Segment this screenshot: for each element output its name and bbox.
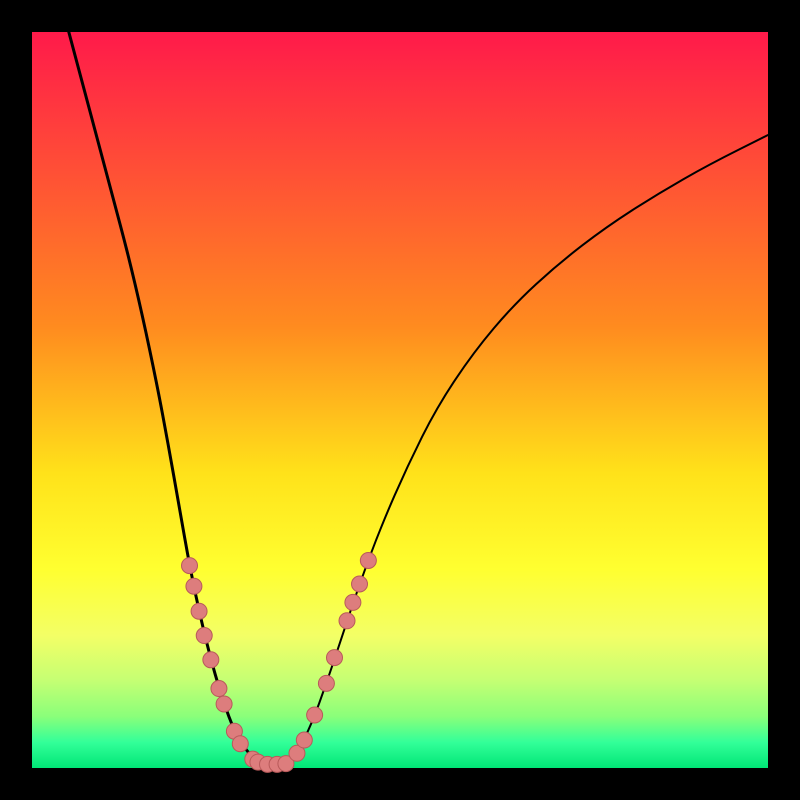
- chart-svg: [0, 0, 800, 800]
- data-marker: [232, 736, 248, 752]
- data-marker: [345, 594, 361, 610]
- data-marker: [296, 732, 312, 748]
- chart-container: TheBottlenecker.com: [0, 0, 800, 800]
- data-marker: [191, 603, 207, 619]
- data-marker: [339, 613, 355, 629]
- data-marker: [211, 681, 227, 697]
- data-marker: [307, 707, 323, 723]
- data-marker: [352, 576, 368, 592]
- data-marker: [186, 578, 202, 594]
- data-marker: [360, 552, 376, 568]
- data-marker: [318, 675, 334, 691]
- data-marker: [203, 652, 219, 668]
- data-marker: [326, 650, 342, 666]
- data-marker: [196, 628, 212, 644]
- plot-background: [32, 32, 768, 768]
- data-marker: [216, 696, 232, 712]
- data-marker: [182, 558, 198, 574]
